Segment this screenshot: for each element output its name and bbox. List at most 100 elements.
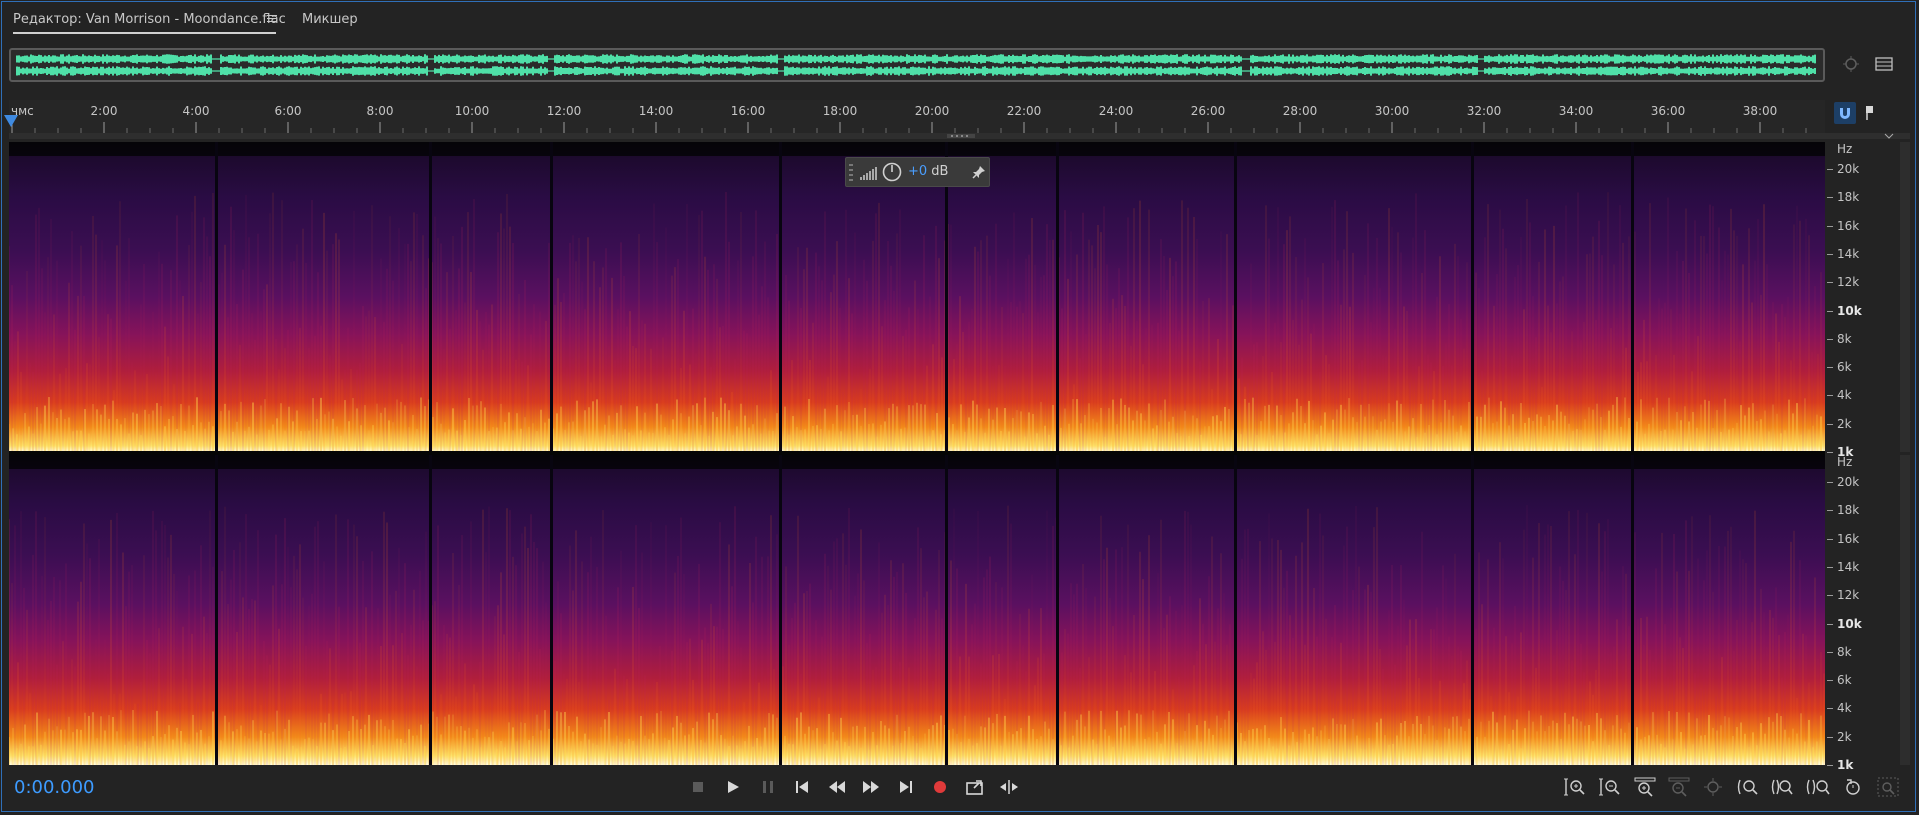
track-gap — [1056, 455, 1059, 765]
frequency-label: 16k — [1837, 218, 1860, 233]
ruler-tick-label: 2:00 — [90, 104, 118, 118]
time-ruler[interactable]: чмс 2:00 4:00 6:00 8:00 10:00 12:00 14:00 16:00… — [9, 100, 1825, 136]
frequency-tick — [1827, 566, 1833, 568]
vertical-scrollbar-channel-2[interactable] — [1900, 455, 1910, 765]
frequency-tick — [1827, 253, 1833, 255]
pause-icon — [763, 781, 773, 793]
zoom-full-button[interactable] — [1805, 776, 1830, 798]
zoom-out-amplitude-icon — [1599, 778, 1620, 796]
frequency-tick — [1827, 452, 1833, 453]
zoom-in-selection-right-button[interactable] — [1770, 776, 1794, 798]
track-gap — [779, 142, 782, 452]
tab-bar: Редактор: Van Morrison - Moondance.flac … — [0, 0, 1919, 42]
gain-knob-icon[interactable] — [882, 162, 902, 182]
track-gap — [215, 142, 218, 452]
zoom-bar-grip-icon[interactable] — [947, 134, 975, 138]
frequency-tick — [1827, 595, 1833, 597]
skip-to-start-button[interactable] — [791, 776, 813, 798]
ruler-tick-label: 26:00 — [1190, 104, 1226, 118]
frequency-tick — [1827, 680, 1833, 682]
frequency-tick — [1827, 736, 1833, 738]
loop-export-icon — [966, 780, 983, 795]
frequency-tick — [1827, 367, 1833, 369]
overview-waveform-channel — [16, 66, 1816, 76]
frequency-tick — [1827, 282, 1833, 284]
play-button[interactable] — [722, 776, 744, 798]
gain-hud[interactable]: +0 dB — [845, 157, 990, 187]
frequency-tick — [1827, 482, 1833, 483]
skip-forward-icon — [900, 781, 912, 793]
spectrogram-channel-2[interactable] — [9, 455, 1825, 765]
list-view-icon[interactable] — [1875, 55, 1893, 73]
track-gap — [779, 455, 782, 765]
stop-button[interactable] — [687, 776, 709, 798]
tab-menu-icon[interactable] — [267, 15, 277, 25]
frequency-tick — [1827, 765, 1833, 766]
zoom-in-amplitude-icon — [1564, 778, 1585, 796]
zoom-in-right-icon — [1771, 779, 1793, 795]
fast-forward-button[interactable] — [860, 776, 882, 798]
fast-forward-icon — [863, 781, 879, 793]
zoom-out-full-button[interactable] — [1876, 776, 1900, 798]
zoom-reset-icon — [1846, 779, 1860, 795]
play-icon — [728, 781, 739, 793]
frequency-label: 10k — [1837, 303, 1862, 318]
ruler-tick-label: 38:00 — [1742, 104, 1778, 118]
frequency-label: 2k — [1837, 729, 1852, 744]
ruler-tick-label: 6:00 — [274, 104, 302, 118]
ruler-tick-label: 32:00 — [1466, 104, 1502, 118]
skip-selection-icon — [1000, 780, 1018, 794]
frequency-label: 2k — [1837, 416, 1852, 431]
frequency-tick — [1827, 338, 1833, 340]
zoom-reset-button[interactable] — [1842, 776, 1866, 798]
frequency-label: 8k — [1837, 644, 1852, 659]
zoom-in-selection-left-button[interactable] — [1736, 776, 1760, 798]
pin-icon[interactable] — [972, 165, 986, 179]
track-gap — [1631, 142, 1634, 452]
zoom-selection-icon — [1704, 778, 1722, 796]
loop-playback-button[interactable] — [964, 776, 986, 798]
vertical-scrollbar-channel-1[interactable] — [1900, 142, 1910, 452]
ruler-tick-label: 28:00 — [1282, 104, 1318, 118]
zoom-out-full-icon — [1877, 777, 1899, 797]
pause-button[interactable] — [757, 776, 779, 798]
frequency-label: 6k — [1837, 360, 1852, 375]
frequency-tick — [1827, 623, 1833, 625]
frequency-tick — [1827, 538, 1833, 540]
track-gap — [1471, 455, 1474, 765]
zoom-out-amplitude-button[interactable] — [1598, 776, 1622, 798]
marker-pin-icon[interactable] — [1862, 102, 1878, 128]
gain-value[interactable]: +0 dB — [908, 164, 948, 179]
tab-mixer[interactable]: Микшер — [302, 12, 358, 27]
rewind-button[interactable] — [826, 776, 848, 798]
playhead-marker[interactable] — [4, 115, 18, 127]
skip-selection-button[interactable] — [998, 776, 1020, 798]
track-gap — [429, 455, 432, 765]
frequency-label: 12k — [1837, 275, 1860, 290]
ruler-tick-label: 16:00 — [730, 104, 766, 118]
frequency-label: 12k — [1837, 588, 1860, 603]
overview-waveform-graphic — [16, 54, 1816, 76]
ruler-tick-label: 10:00 — [454, 104, 490, 118]
track-gap — [1471, 142, 1474, 452]
track-gap — [945, 142, 948, 452]
tab-editor-label: Редактор: Van Morrison - Moondance.flac — [13, 12, 286, 27]
record-button[interactable] — [929, 776, 951, 798]
zoom-to-selection-icon[interactable] — [1842, 55, 1860, 73]
tab-editor[interactable]: Редактор: Van Morrison - Moondance.flac — [13, 12, 286, 34]
zoom-to-selection-button[interactable] — [1702, 776, 1726, 798]
zoom-out-time-button[interactable] — [1667, 776, 1691, 798]
rewind-icon — [829, 781, 845, 793]
current-time-display[interactable]: 0:00.000 — [14, 777, 95, 798]
zoom-in-amplitude-button[interactable] — [1563, 776, 1587, 798]
snap-magnet-icon[interactable] — [1834, 102, 1856, 128]
frequency-label: 6k — [1837, 673, 1852, 688]
zoom-in-time-button[interactable] — [1633, 776, 1657, 798]
spectrogram-channel-1[interactable] — [9, 142, 1825, 452]
frequency-tick — [1827, 225, 1833, 227]
drag-handle-icon[interactable] — [849, 162, 853, 182]
ruler-tick-label: 20:00 — [914, 104, 950, 118]
chevron-down-icon[interactable] — [1884, 133, 1894, 139]
skip-to-end-button[interactable] — [895, 776, 917, 798]
overview-waveform[interactable] — [9, 48, 1825, 82]
